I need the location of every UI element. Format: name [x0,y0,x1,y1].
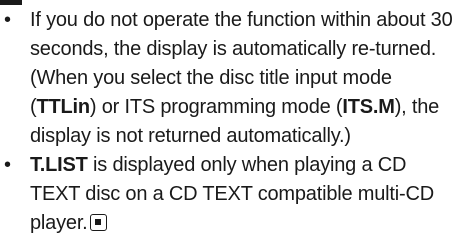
note-text: If you do not operate the function withi… [30,9,453,60]
note-text: T.LIST is displayed only when playing a … [30,154,434,234]
note-subtext: (When you select the disc title input mo… [30,67,440,147]
notes-list: • If you do not operate the function wit… [0,6,462,238]
end-of-section-icon [89,214,107,231]
note-marker-icon [0,0,22,5]
list-item: • T.LIST is displayed only when playing … [0,151,462,238]
mode-its-m-label: ITS.M [342,96,395,118]
t-list-label: T.LIST [30,154,88,176]
bullet-icon: • [4,154,11,176]
mode-ttlin-label: TTLin [36,96,90,118]
list-item: • If you do not operate the function wit… [0,6,462,151]
bullet-icon: • [4,9,11,31]
